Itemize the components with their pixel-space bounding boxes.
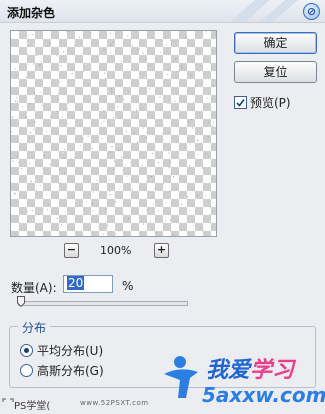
preview-checkbox[interactable] [234,96,247,109]
watermark: PS学堂( www.52PSXT.com [0,395,160,414]
reset-button[interactable]: 复位 [234,61,317,83]
title-bar: 添加杂色 ⊘ [0,0,325,23]
title-decoration [210,0,300,22]
person-mascot-icon [164,356,198,398]
ok-button[interactable]: 确定 [234,32,317,54]
radio-uniform[interactable]: 平均分布(U) [20,342,103,359]
logo-title: 我爱学习 [206,358,295,383]
radio-label: 高斯分布(G) [37,364,104,378]
watermark-site: www.52PSXT.com [80,399,149,407]
amount-slider-track[interactable] [18,301,188,306]
dialog-title: 添加杂色 [7,6,56,20]
amount-slider-thumb[interactable] [17,296,26,307]
amount-label: 数量(A): [11,281,57,295]
watermark-brand: PS学堂( [14,401,51,412]
radio-gaussian[interactable]: 高斯分布(G) [20,362,104,379]
logo-url: 5axxw.com [202,383,325,407]
preview-label: 预览(P) [250,96,291,110]
radio-button[interactable] [20,364,33,377]
distribution-title: 分布 [18,319,51,336]
amount-input[interactable]: 20 [63,275,113,293]
noise-overlay [11,31,216,236]
bracket-icon [2,398,14,402]
site-logo: 我爱学习 5axxw.com [160,352,325,412]
zoom-out-button[interactable]: − [64,243,79,258]
preview-toggle[interactable]: 预览(P) [234,94,291,111]
radio-button[interactable] [20,344,33,357]
close-icon[interactable]: ⊘ [303,3,320,20]
zoom-in-button[interactable]: + [154,243,169,258]
amount-value: 20 [67,276,85,290]
amount-unit: % [122,279,134,293]
preview-canvas[interactable] [10,30,217,237]
zoom-level: 100% [100,244,132,257]
radio-label: 平均分布(U) [37,344,104,358]
